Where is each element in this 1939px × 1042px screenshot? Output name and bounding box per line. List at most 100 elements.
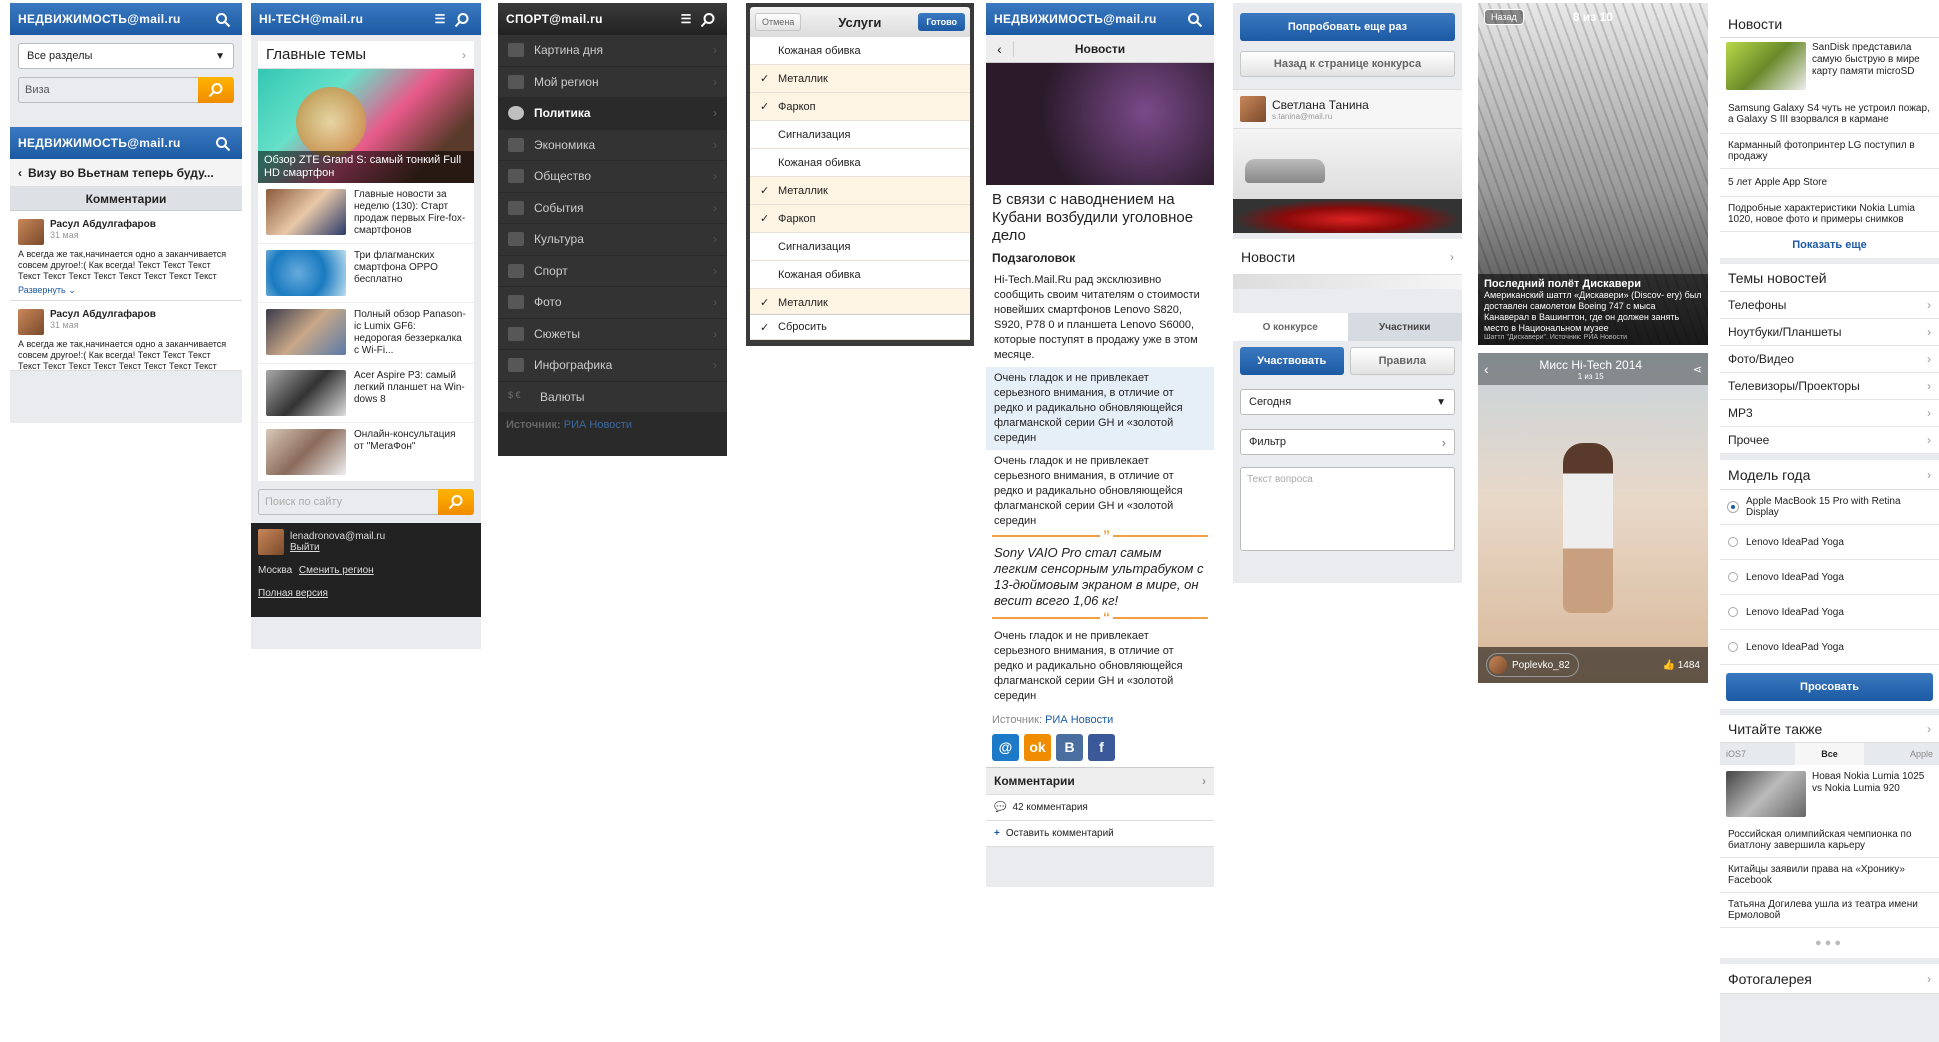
news-item[interactable]: Acer Aspire P3: самый легкий планшет на … <box>258 364 474 423</box>
model-option[interactable]: Lenovo IdeaPad Yoga <box>1720 525 1939 560</box>
logout-link[interactable]: Выйти <box>290 542 385 553</box>
comments-count-row[interactable]: 💬 42 комментария <box>986 795 1214 821</box>
model-option[interactable]: Lenovo IdeaPad Yoga <box>1720 630 1939 665</box>
question-textarea[interactable]: Текст вопроса <box>1240 467 1455 551</box>
facebook-share-icon[interactable]: f <box>1088 734 1115 761</box>
menu-item[interactable]: Фото › <box>498 287 727 319</box>
mailru-share-icon[interactable]: @ <box>992 734 1019 761</box>
topic-item[interactable]: Телевизоры/Проекторы › <box>1720 373 1939 400</box>
menu-icon[interactable]: ☰ <box>675 8 697 30</box>
tab-about[interactable]: О конкурсе <box>1233 313 1348 341</box>
menu-item[interactable]: Экономика › <box>498 129 727 161</box>
back-icon[interactable]: ‹ <box>986 40 1014 57</box>
date-select[interactable]: Сегодня ▼ <box>1240 389 1455 415</box>
seg-all[interactable]: Все <box>1795 743 1864 765</box>
search-button[interactable] <box>438 489 474 515</box>
model-option[interactable]: Lenovo IdeaPad Yoga <box>1720 560 1939 595</box>
search-input[interactable]: Виза <box>18 77 198 103</box>
section-select[interactable]: Все разделы ▼ <box>18 43 234 69</box>
filter-row[interactable]: Фильтр › <box>1240 429 1455 455</box>
news-item[interactable]: Samsung Galaxy S4 чуть не устроил пожар,… <box>1720 94 1939 134</box>
hero-image[interactable]: Обзор ZTE Grand S: самый тонкий Full HD … <box>258 69 474 183</box>
tab-participants[interactable]: Участники <box>1347 313 1462 341</box>
search-icon[interactable] <box>1184 8 1206 30</box>
odnoklassniki-share-icon[interactable]: ok <box>1024 734 1051 761</box>
vk-share-icon[interactable]: B <box>1056 734 1083 761</box>
menu-item[interactable]: Сюжеты › <box>498 318 727 350</box>
main-topics-header[interactable]: Главные темы › <box>258 41 474 69</box>
also-top-item[interactable]: Новая Nokia Lumia 1025 vs Nokia Lumia 92… <box>1720 765 1939 823</box>
full-version-link[interactable]: Полная версия <box>258 588 474 599</box>
retry-button[interactable]: Попробовать еще раз <box>1240 13 1455 41</box>
cancel-button[interactable]: Отмена <box>755 13 802 31</box>
also-item[interactable]: Китайцы заявили права на «Хронику» Faceb… <box>1720 858 1939 893</box>
share-icon[interactable]: ⋖ <box>1693 363 1702 376</box>
news-item[interactable]: Карманный фотопринтер LG поступил в прод… <box>1720 134 1939 169</box>
service-option[interactable]: Кожаная обивка <box>750 261 970 289</box>
radio[interactable] <box>1728 607 1738 617</box>
menu-item[interactable]: Картина дня › <box>498 35 727 67</box>
done-button[interactable]: Готово <box>918 13 965 31</box>
also-item[interactable]: Российская олимпийская чемпионка по биат… <box>1720 823 1939 858</box>
service-option[interactable]: Сигнализация <box>750 233 970 261</box>
show-more-link[interactable]: Показать еще <box>1720 232 1939 258</box>
model-option[interactable]: Apple MacBook 15 Pro with Retina Display <box>1720 490 1939 525</box>
topic-item[interactable]: MP3 › <box>1720 400 1939 427</box>
menu-item[interactable]: Культура › <box>498 224 727 256</box>
comments-header[interactable]: Комментарии › <box>986 767 1214 795</box>
site-search-input[interactable]: Поиск по сайту <box>258 489 438 515</box>
menu-item[interactable]: Спорт › <box>498 255 727 287</box>
service-option[interactable]: Сигнализация <box>750 121 970 149</box>
topic-item[interactable]: Телефоны › <box>1720 292 1939 319</box>
search-icon[interactable] <box>212 132 234 154</box>
leave-comment-row[interactable]: + Оставить комментарий <box>986 821 1214 847</box>
source-link[interactable]: РИА Новости <box>564 419 632 431</box>
participate-button[interactable]: Участвовать <box>1240 347 1344 375</box>
menu-icon[interactable]: ☰ <box>429 8 451 30</box>
back-button[interactable]: Назад <box>1484 9 1524 25</box>
news-item[interactable]: Подробные характеристики Nokia Lumia 102… <box>1720 197 1939 232</box>
model-option[interactable]: Lenovo IdeaPad Yoga <box>1720 595 1939 630</box>
topic-item[interactable]: Фото/Видео › <box>1720 346 1939 373</box>
back-link[interactable]: ‹ Визу во Вьетнам теперь буду... <box>10 159 242 187</box>
menu-item-active[interactable]: Политика › <box>498 98 727 130</box>
menu-item[interactable]: Общество › <box>498 161 727 193</box>
service-option[interactable]: ✓ Фаркоп <box>750 205 970 233</box>
menu-item[interactable]: События › <box>498 192 727 224</box>
news-item[interactable]: Онлайн-консультация от "МегаФон" <box>258 423 474 481</box>
author-chip[interactable]: Poplevko_82 <box>1486 653 1579 677</box>
gallery-header[interactable]: Фотогалерея › <box>1720 964 1939 994</box>
likes[interactable]: 👍 1484 <box>1663 660 1700 671</box>
model-header[interactable]: Модель года › <box>1720 460 1939 490</box>
top-news-item[interactable]: SanDisk представила самую быструю в мире… <box>1720 38 1939 94</box>
news-item[interactable]: Главные новости за неделю (130): Старт п… <box>258 183 474 244</box>
service-option[interactable]: ✓ Металлик <box>750 177 970 205</box>
menu-item[interactable]: Инфографика › <box>498 350 727 382</box>
radio[interactable] <box>1728 572 1738 582</box>
service-option[interactable]: ✓ Фаркоп <box>750 93 970 121</box>
service-option[interactable]: ✓ Металлик <box>750 65 970 93</box>
search-icon[interactable] <box>212 8 234 30</box>
expand-link[interactable]: Развернуть ⌄ <box>18 285 234 296</box>
radio-selected[interactable] <box>1727 501 1739 513</box>
radio[interactable] <box>1728 642 1738 652</box>
radio[interactable] <box>1728 537 1738 547</box>
back-to-contest-button[interactable]: Назад к странице конкурса <box>1240 51 1455 77</box>
source-link[interactable]: РИА Новости <box>1045 714 1113 726</box>
news-item[interactable]: 5 лет Apple App Store <box>1720 169 1939 197</box>
news-item[interactable]: Полный обзор Panason- ic Lumix GF6: недо… <box>258 303 474 364</box>
reset-option[interactable]: ✓ Сбросить <box>750 314 970 340</box>
topic-item[interactable]: Прочее › <box>1720 427 1939 454</box>
service-option[interactable]: ✓ Металлик <box>750 289 970 314</box>
menu-item[interactable]: $ € Валюты <box>498 381 727 413</box>
change-region-link[interactable]: Сменить регион <box>299 565 374 576</box>
search-icon[interactable] <box>451 8 473 30</box>
topic-item[interactable]: Ноутбуки/Планшеты › <box>1720 319 1939 346</box>
seg-apple[interactable]: Apple <box>1864 743 1939 765</box>
read-also-header[interactable]: Читайте также › <box>1720 715 1939 743</box>
search-button[interactable] <box>198 77 234 103</box>
service-option[interactable]: Кожаная обивка <box>750 37 970 65</box>
news-header[interactable]: Новости › <box>1233 239 1462 275</box>
service-option[interactable]: Кожаная обивка <box>750 149 970 177</box>
search-icon[interactable] <box>697 8 719 30</box>
